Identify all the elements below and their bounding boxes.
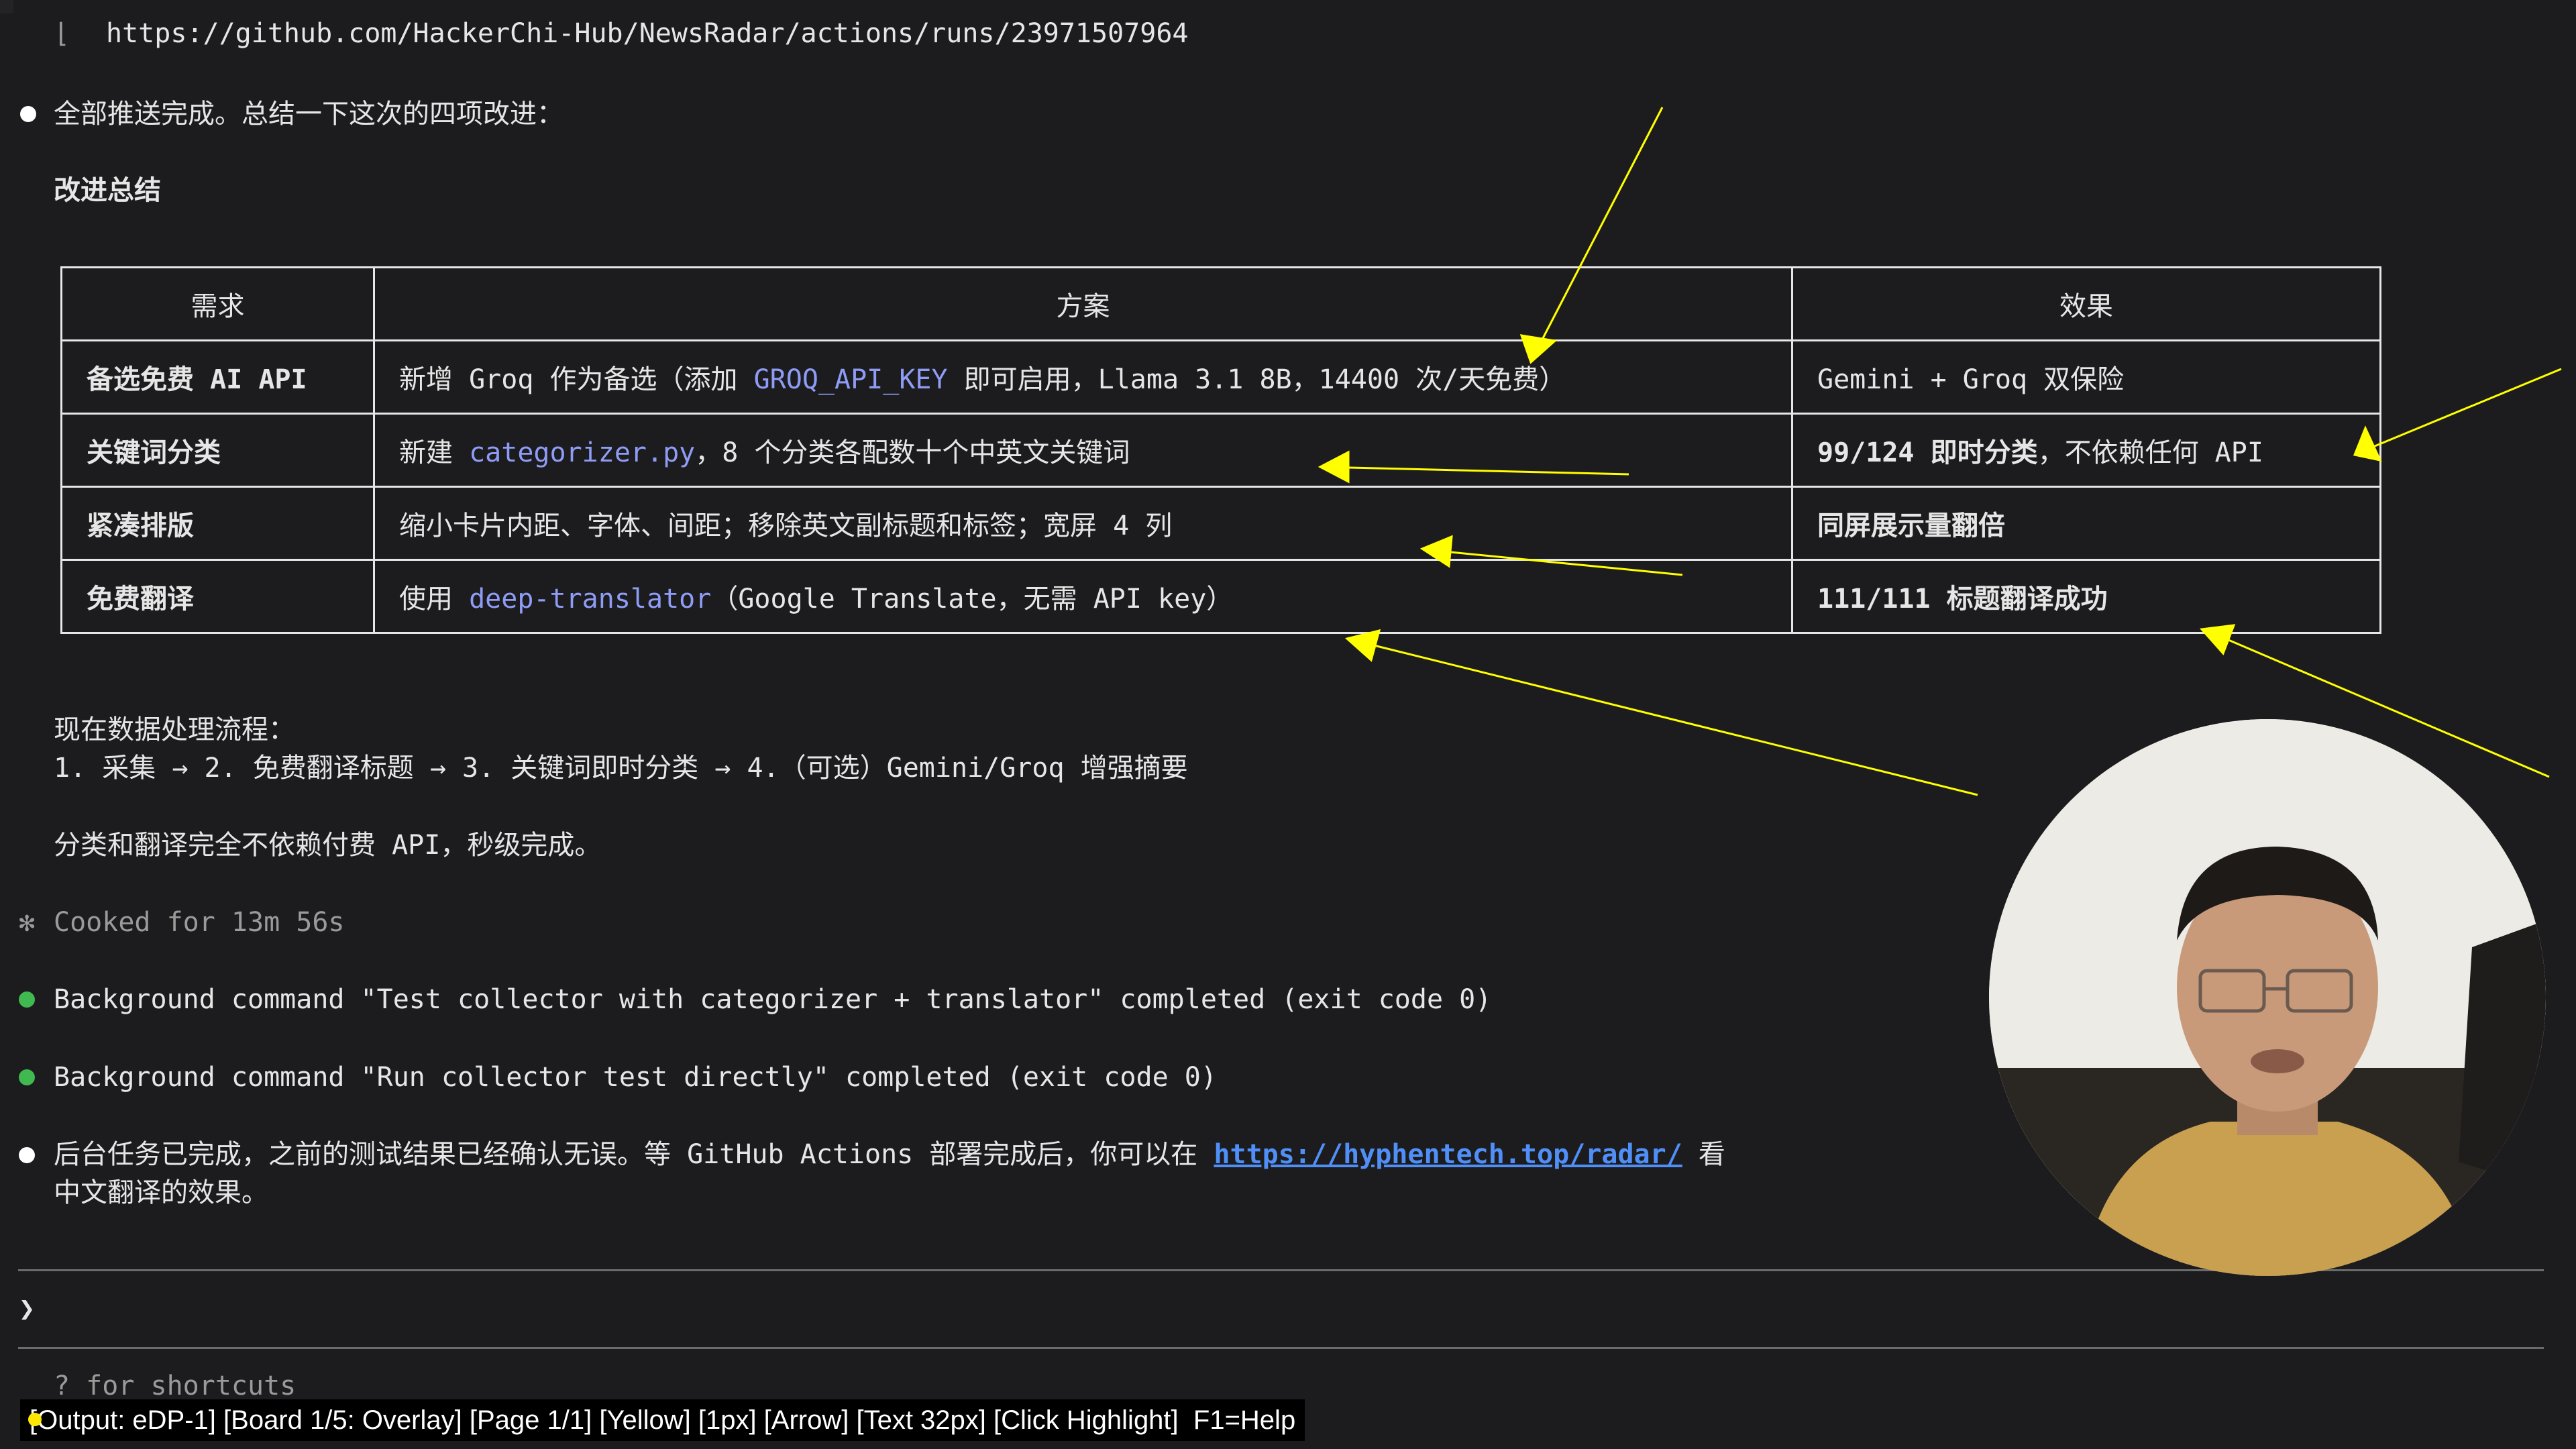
header-solution: 方案: [373, 266, 1793, 341]
code-ref: deep-translator: [469, 584, 712, 614]
table-row: 免费翻译 使用 deep-translator（Google Translate…: [60, 559, 2381, 634]
header-effect: 效果: [1791, 266, 2381, 341]
improvement-summary-table: 需求 方案 效果 备选免费 AI API 新增 Groq 作为备选（添加 GRO…: [60, 266, 2381, 634]
solution-text: ，8 个分类各配数十个中英文关键词: [695, 437, 1130, 468]
effect-highlight: 111/111 标题翻译成功: [1817, 584, 2108, 614]
header-requirement: 需求: [60, 266, 375, 341]
success-dot-icon: [19, 1069, 35, 1085]
cell-solution: 新增 Groq 作为备选（添加 GROQ_API_KEY 即可启用，Llama …: [373, 339, 1793, 415]
cell-requirement: 免费翻译: [60, 559, 375, 634]
table-row: 关键词分类 新建 categorizer.py，8 个分类各配数十个中英文关键词…: [60, 413, 2381, 488]
cell-effect: 99/124 即时分类，不依赖任何 API: [1791, 413, 2381, 488]
solution-text: 新增 Groq 作为备选（添加: [399, 364, 754, 395]
cooked-duration: Cooked for 13m 56s: [54, 907, 345, 938]
final-message-line2: 中文翻译的效果。: [54, 1177, 268, 1208]
effect-text: Gemini + Groq 双保险: [1817, 364, 2125, 395]
person-video-feed-icon: [1989, 719, 2546, 1276]
cell-solution: 缩小卡片内距、字体、间距；移除英文副标题和标签；宽屏 4 列: [373, 486, 1793, 561]
code-ref: categorizer.py: [469, 437, 696, 468]
bg-command-status: Background command "Run collector test d…: [54, 1062, 1217, 1093]
table-header-row: 需求 方案 效果: [60, 266, 2381, 341]
overlay-status-bar: [Output: eDP-1] [Board 1/5: Overlay] [Pa…: [20, 1399, 1305, 1441]
cell-effect: 同屏展示量翻倍: [1791, 486, 2381, 561]
actions-run-url[interactable]: https://github.com/HackerChi-Hub/NewsRad…: [106, 15, 1189, 52]
tree-corner-glyph: ⌊: [54, 18, 70, 49]
final-message-text: 看: [1682, 1139, 1725, 1170]
radar-site-link[interactable]: https://hyphentech.top/radar/: [1214, 1139, 1682, 1170]
section-title: 改进总结: [54, 175, 161, 206]
table-row: 紧凑排版 缩小卡片内距、字体、间距；移除英文副标题和标签；宽屏 4 列 同屏展示…: [60, 486, 2381, 561]
cell-effect: 111/111 标题翻译成功: [1791, 559, 2381, 634]
cursor-highlight-dot: [28, 1413, 42, 1426]
flow-title: 现在数据处理流程：: [54, 714, 295, 745]
asterisk-icon: ✻: [19, 907, 36, 938]
solution-text: 缩小卡片内距、字体、间距；移除英文副标题和标签；宽屏 4 列: [399, 511, 1173, 541]
solution-text: 使用: [399, 584, 470, 614]
effect-highlight: 同屏展示量翻倍: [1817, 511, 2005, 541]
final-message: 后台任务已完成，之前的测试结果已经确认无误。等 GitHub Actions 部…: [54, 1136, 1725, 1173]
cell-solution: 新建 categorizer.py，8 个分类各配数十个中英文关键词: [373, 413, 1793, 488]
flow-steps: 1. 采集 → 2. 免费翻译标题 → 3. 关键词即时分类 → 4.（可选）G…: [54, 753, 1188, 784]
code-ref: GROQ_API_KEY: [753, 364, 948, 395]
table-row: 备选免费 AI API 新增 Groq 作为备选（添加 GROQ_API_KEY…: [60, 339, 2381, 415]
cell-requirement: 紧凑排版: [60, 486, 375, 561]
effect-text: ，不依赖任何 API: [2037, 437, 2263, 468]
prompt-divider-bottom: [18, 1347, 2544, 1349]
cell-requirement: 关键词分类: [60, 413, 375, 488]
prompt-chevron-icon: ❯: [19, 1293, 36, 1324]
solution-text: 新建: [399, 437, 470, 468]
webcam-overlay: [1989, 719, 2546, 1276]
effect-highlight: 99/124 即时分类: [1817, 437, 2038, 468]
final-message-text: 后台任务已完成，之前的测试结果已经确认无误。等 GitHub Actions 部…: [54, 1139, 1214, 1170]
cell-effect: Gemini + Groq 双保险: [1791, 339, 2381, 415]
solution-text: （Google Translate，无需 API key）: [711, 584, 1234, 614]
intro-text: 全部推送完成。总结一下这次的四项改进：: [54, 99, 564, 129]
cell-requirement: 备选免费 AI API: [60, 339, 375, 415]
success-dot-icon: [19, 991, 35, 1008]
flow-note: 分类和翻译完全不依赖付费 API，秒级完成。: [54, 830, 602, 861]
bullet-icon: [19, 1147, 35, 1163]
bg-command-status: Background command "Test collector with …: [54, 984, 1492, 1015]
prompt-divider-top: [18, 1269, 2544, 1271]
prompt-input[interactable]: [54, 1285, 2536, 1333]
solution-text: 即可启用，Llama 3.1 8B，14400 次/天免费）: [947, 364, 1566, 395]
bullet-icon: [20, 106, 36, 122]
cell-solution: 使用 deep-translator（Google Translate，无需 A…: [373, 559, 1793, 634]
